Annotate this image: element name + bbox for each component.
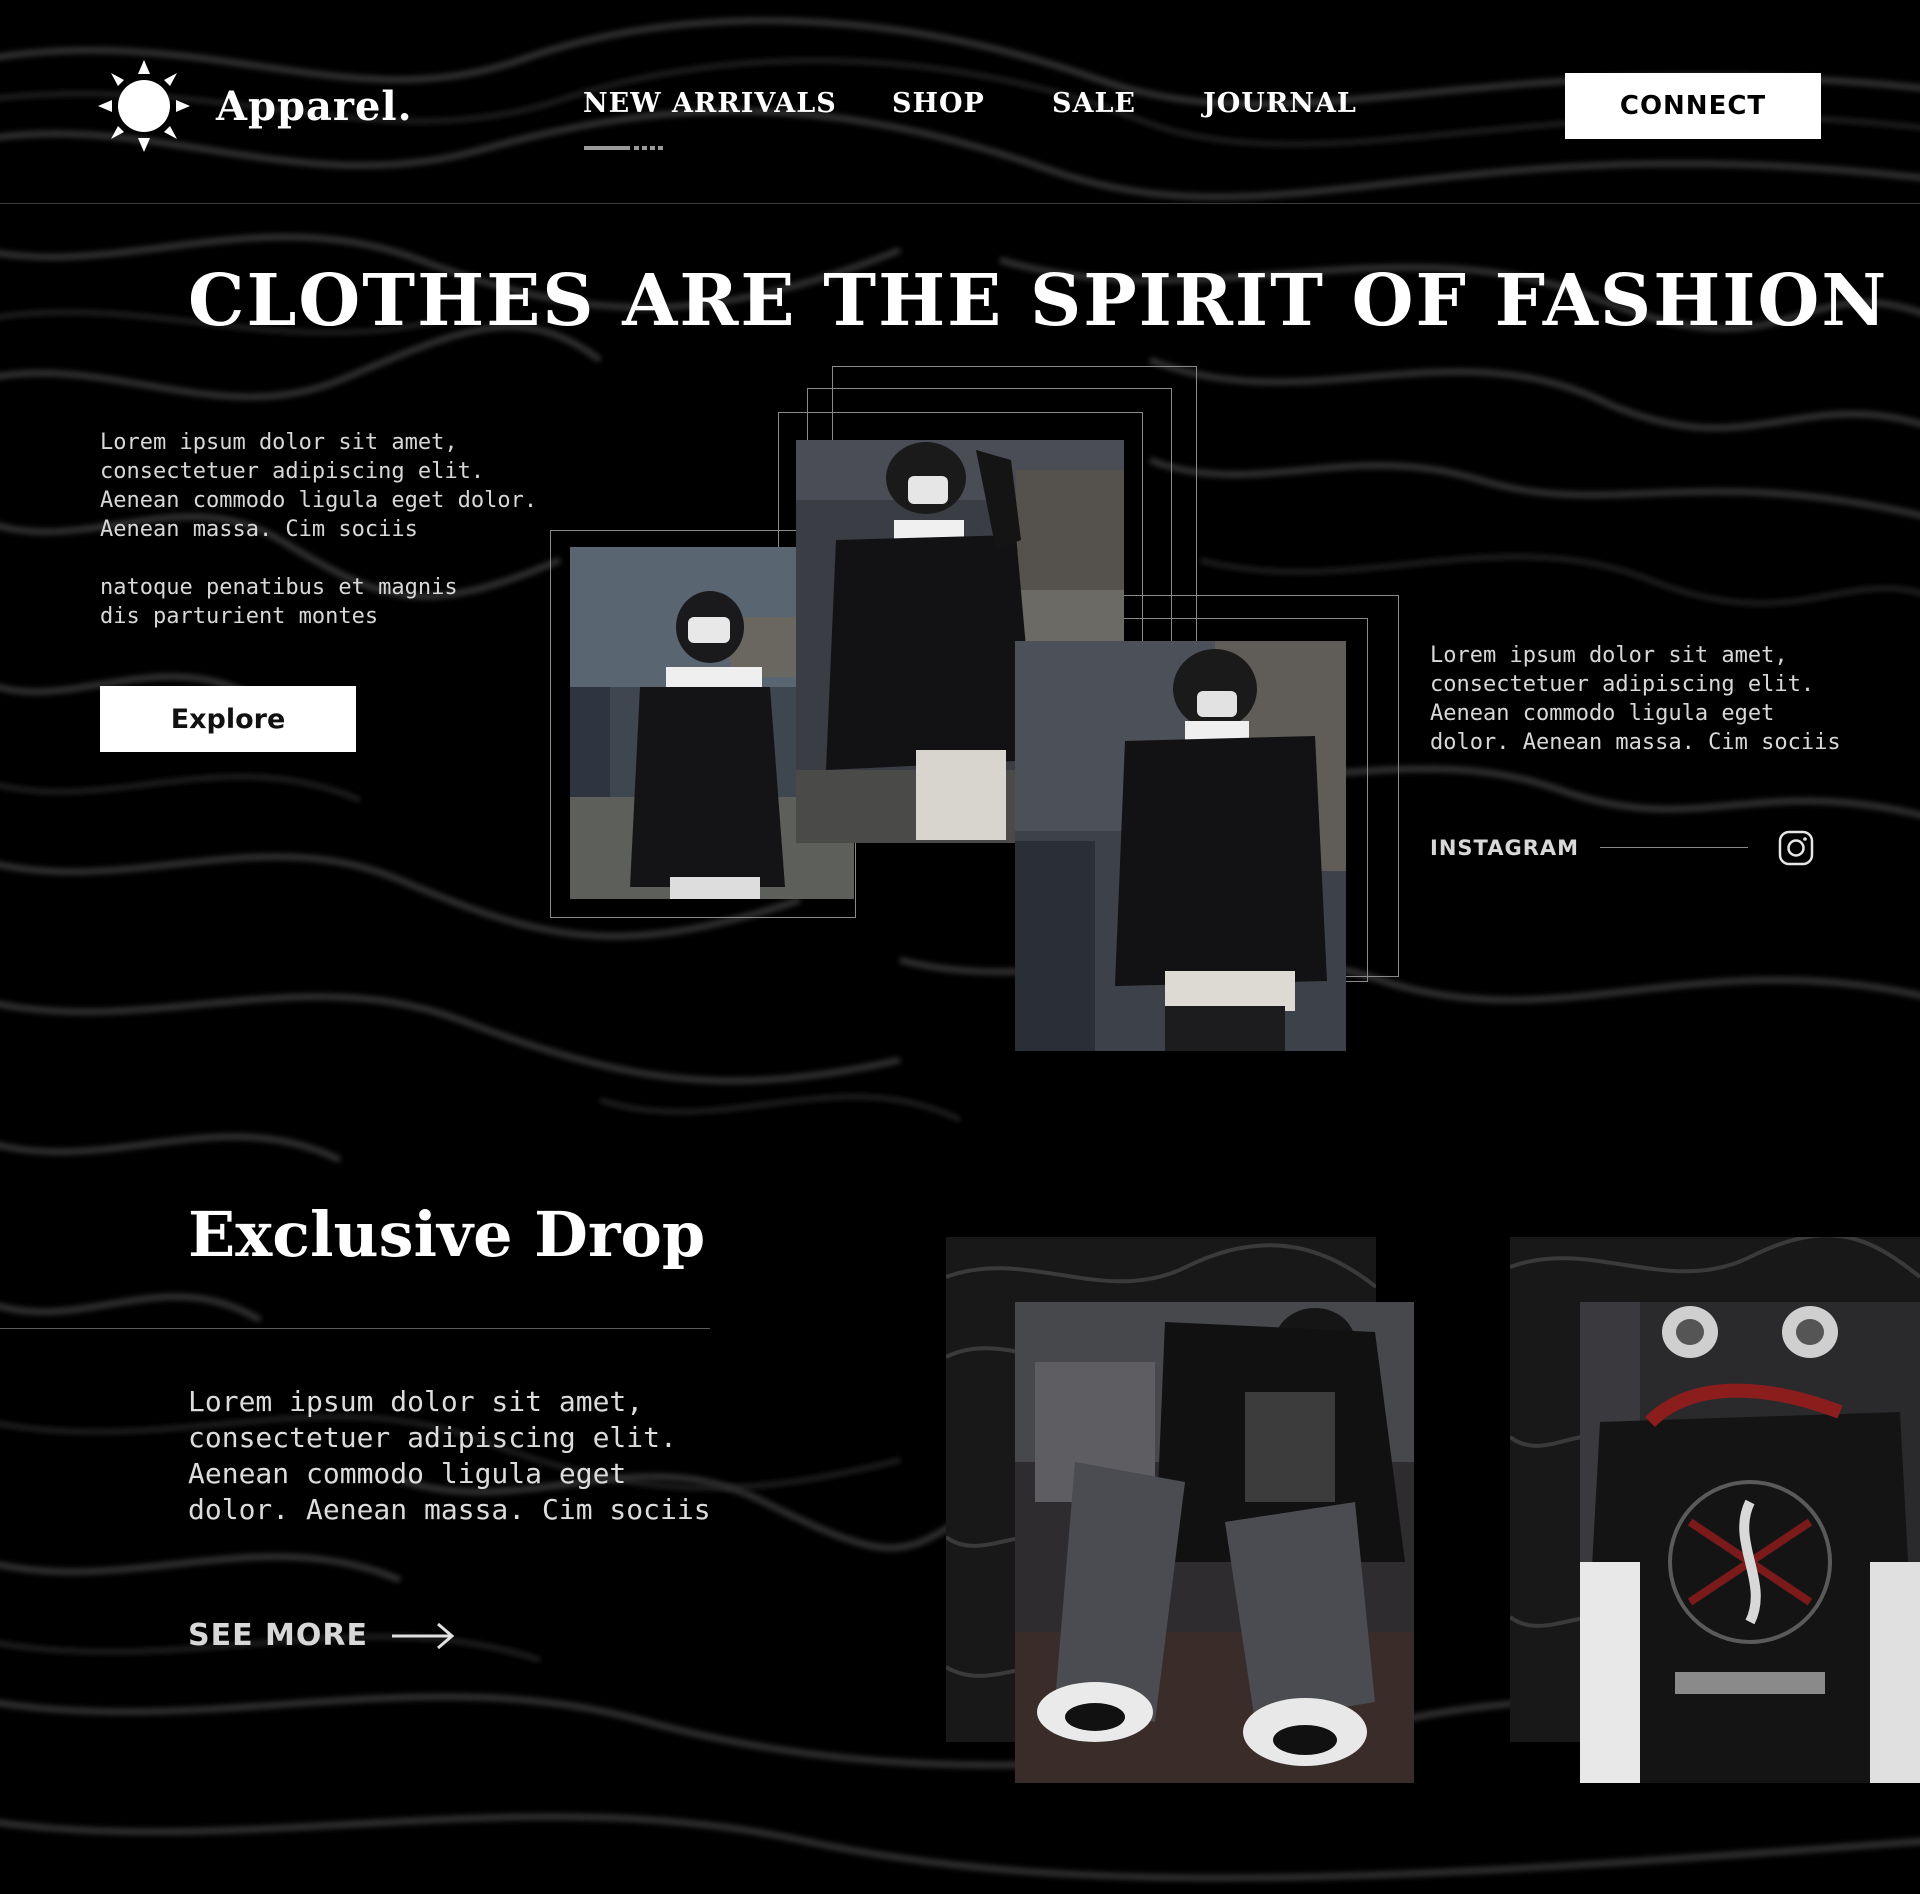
instagram-icon[interactable] [1778,830,1814,866]
drop-divider [0,1328,710,1329]
hero-photo-right [1015,641,1346,1051]
brand-logo[interactable]: Apparel. [98,60,413,152]
nav-item-journal[interactable]: JOURNAL [1203,88,1357,119]
hero-title: CLOTHES ARE THE SPIRIT OF FASHION [188,258,1889,342]
drop-photo-1 [1015,1302,1414,1783]
nav-item-shop[interactable]: SHOP [892,88,985,119]
drop-photo-2 [1580,1302,1920,1783]
arrow-right-icon [392,1622,455,1649]
nav-active-indicator [584,146,664,150]
drop-title: Exclusive Drop [188,1198,706,1271]
nav-item-sale[interactable]: SALE [1052,88,1136,119]
hero-side-text: Lorem ipsum dolor sit amet, consectetuer… [1430,643,1841,755]
instagram-divider [1600,847,1748,848]
see-more-link[interactable]: SEE MORE [188,1618,456,1653]
header-divider [0,203,1920,204]
brand-name: Apparel. [216,82,413,130]
connect-button[interactable]: CONNECT [1565,73,1821,139]
hero-intro-text: Lorem ipsum dolor sit amet, consectetuer… [100,430,538,629]
sun-icon [98,60,190,152]
explore-button[interactable]: Explore [100,686,356,752]
nav-item-new-arrivals[interactable]: NEW ARRIVALS [583,88,837,119]
drop-description: Lorem ipsum dolor sit amet, consectetuer… [188,1385,711,1526]
instagram-link[interactable]: INSTAGRAM [1430,836,1579,860]
see-more-label: SEE MORE [188,1618,368,1653]
